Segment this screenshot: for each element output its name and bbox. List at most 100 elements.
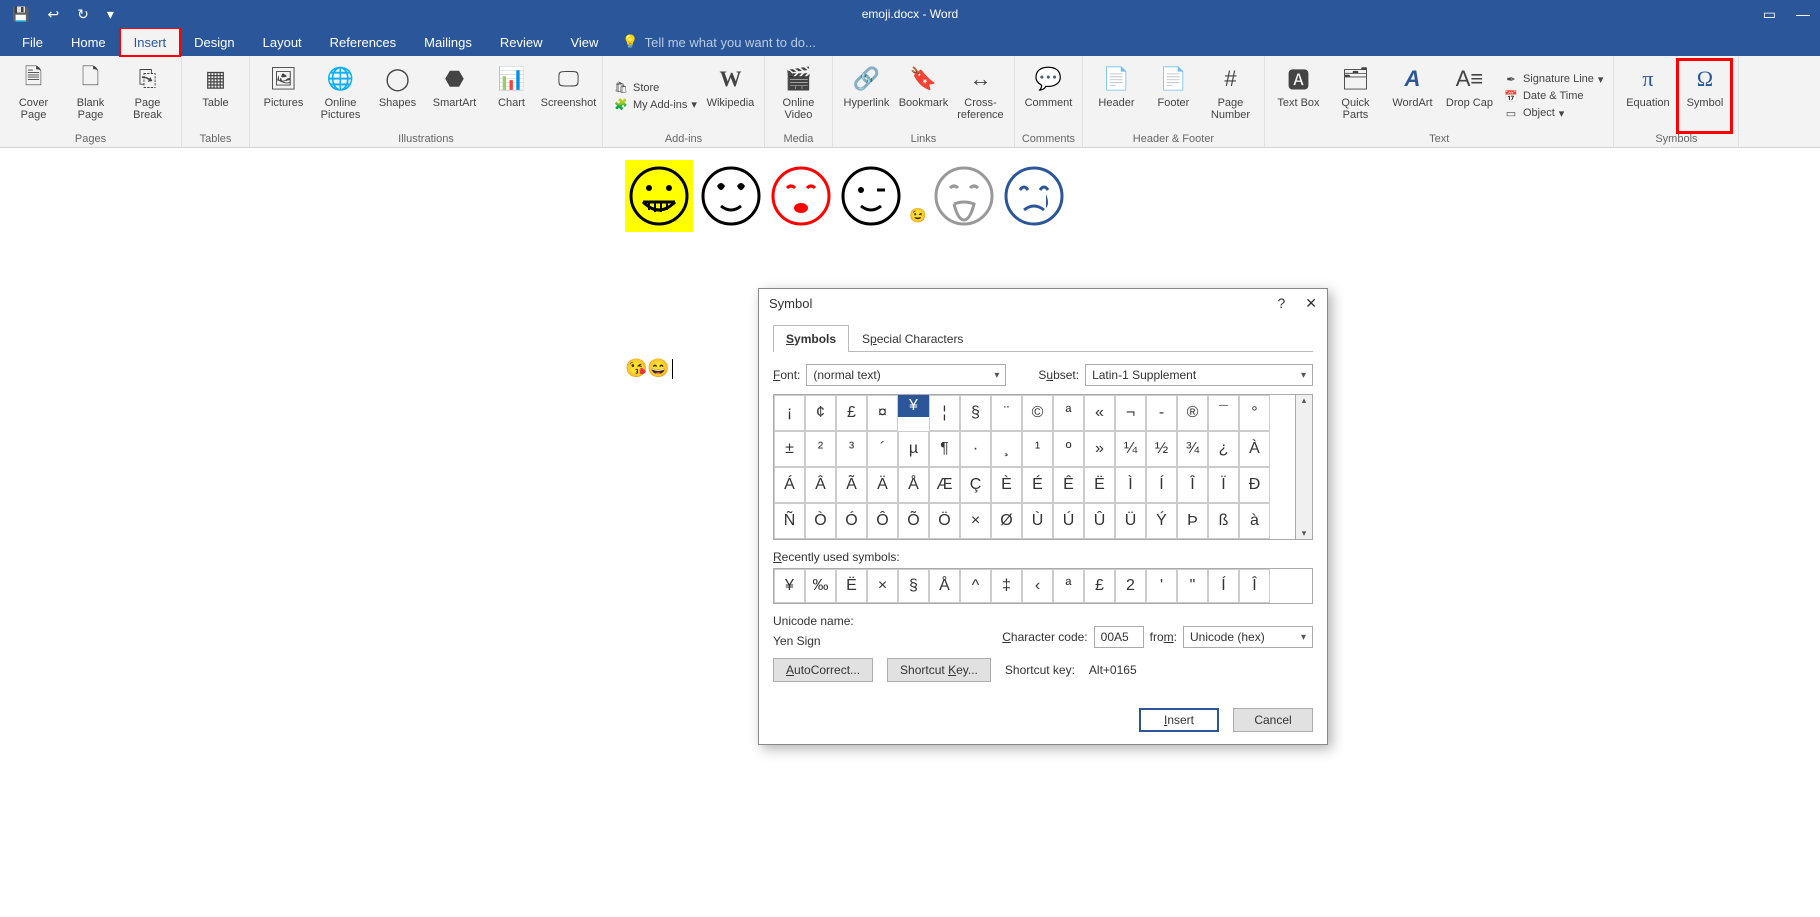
cross-reference-button[interactable]: ↔Cross-reference [953, 59, 1008, 133]
symbol-cell[interactable]: ¡ [774, 395, 805, 431]
symbol-cell[interactable]: ¢ [805, 395, 836, 431]
footer-button[interactable]: 📄Footer [1146, 59, 1201, 133]
symbol-cell[interactable]: ß [1208, 503, 1239, 539]
recent-symbol-cell[interactable]: × [867, 569, 898, 603]
symbol-cell[interactable]: ¯ [1208, 395, 1239, 431]
close-icon[interactable]: ✕ [1305, 295, 1317, 312]
tab-review[interactable]: Review [486, 28, 557, 56]
symbol-cell[interactable]: ² [805, 431, 836, 467]
chart-button[interactable]: 📊Chart [484, 59, 539, 133]
table-button[interactable]: ▦Table [188, 59, 243, 133]
symbol-cell[interactable]: ® [1177, 395, 1208, 431]
tab-insert[interactable]: Insert [120, 28, 181, 56]
tab-view[interactable]: View [556, 28, 612, 56]
recent-symbol-cell[interactable]: " [1177, 569, 1208, 603]
tab-mailings[interactable]: Mailings [410, 28, 486, 56]
page-number-button[interactable]: #Page Number [1203, 59, 1258, 133]
wikipedia-button[interactable]: WWikipedia [703, 59, 758, 133]
symbol-cell[interactable]: Ê [1053, 467, 1084, 503]
pictures-button[interactable]: 🖼Pictures [256, 59, 311, 133]
insert-button[interactable]: Insert [1139, 708, 1219, 732]
recent-symbol-cell[interactable]: ª [1053, 569, 1084, 603]
tab-home[interactable]: Home [57, 28, 120, 56]
symbol-cell[interactable]: Ã [836, 467, 867, 503]
symbol-cell[interactable]: Á [774, 467, 805, 503]
save-icon[interactable]: 💾 [12, 6, 29, 23]
symbol-cell[interactable]: Ö [929, 503, 960, 539]
tab-special-characters[interactable]: Special Characters [849, 325, 976, 352]
symbol-cell[interactable]: Ü [1115, 503, 1146, 539]
equation-button[interactable]: πEquation [1620, 59, 1675, 133]
symbol-cell[interactable]: × [960, 503, 991, 539]
symbol-cell[interactable]: µ [898, 431, 929, 467]
symbol-cell[interactable]: « [1084, 395, 1115, 431]
symbol-cell[interactable]: Í [1146, 467, 1177, 503]
quick-parts-button[interactable]: 🗂Quick Parts [1328, 59, 1383, 133]
recent-symbol-cell[interactable]: § [898, 569, 929, 603]
recent-symbol-cell[interactable]: Ë [836, 569, 867, 603]
symbol-cell[interactable]: À [1239, 431, 1270, 467]
symbol-cell[interactable]: ¾ [1177, 431, 1208, 467]
online-video-button[interactable]: 🎬Online Video [771, 59, 826, 133]
symbol-cell[interactable]: ½ [1146, 431, 1177, 467]
from-select[interactable]: Unicode (hex)▾ [1183, 626, 1313, 648]
recent-symbol-cell[interactable]: ‰ [805, 569, 836, 603]
scroll-down-icon[interactable]: ▾ [1302, 528, 1307, 539]
autocorrect-button[interactable]: AutoCorrect... [773, 658, 873, 682]
wordart-button[interactable]: AWordArt [1385, 59, 1440, 133]
symbol-cell[interactable]: ´ [867, 431, 898, 467]
symbol-cell[interactable]: º [1053, 431, 1084, 467]
symbol-cell[interactable]: Ó [836, 503, 867, 539]
symbol-cell[interactable]: £ [836, 395, 867, 431]
shortcut-key-button[interactable]: Shortcut Key... [887, 658, 991, 682]
symbol-cell[interactable]: Æ [929, 467, 960, 503]
symbol-cell[interactable]: Â [805, 467, 836, 503]
bookmark-button[interactable]: 🔖Bookmark [896, 59, 951, 133]
symbol-cell[interactable]: § [960, 395, 991, 431]
hyperlink-button[interactable]: 🔗Hyperlink [839, 59, 894, 133]
cancel-button[interactable]: Cancel [1233, 708, 1313, 732]
symbol-cell[interactable]: Ç [960, 467, 991, 503]
recent-symbol-cell[interactable]: ^ [960, 569, 991, 603]
symbol-cell[interactable]: à [1239, 503, 1270, 539]
symbol-cell[interactable]: Ú [1053, 503, 1084, 539]
symbol-cell[interactable]: · [960, 431, 991, 467]
smartart-button[interactable]: ⬣SmartArt [427, 59, 482, 133]
recent-symbol-cell[interactable]: ¥ [774, 569, 805, 603]
symbol-cell[interactable]: ¿ [1208, 431, 1239, 467]
screenshot-button[interactable]: 🖵Screenshot [541, 59, 596, 133]
tab-design[interactable]: Design [180, 28, 248, 56]
tab-symbols[interactable]: Symbols [773, 325, 849, 352]
scroll-up-icon[interactable]: ▴ [1302, 395, 1307, 406]
recent-symbol-cell[interactable]: ‹ [1022, 569, 1053, 603]
symbol-cell[interactable]: ¥ [898, 395, 929, 417]
undo-icon[interactable]: ↩ [47, 6, 59, 23]
shapes-button[interactable]: ◯Shapes [370, 59, 425, 133]
symbol-cell[interactable]: Ô [867, 503, 898, 539]
symbol-cell[interactable]: ¤ [867, 395, 898, 431]
symbol-cell[interactable]: Û [1084, 503, 1115, 539]
tab-layout[interactable]: Layout [249, 28, 316, 56]
symbol-cell[interactable]: ° [1239, 395, 1270, 431]
recent-symbol-cell[interactable]: ' [1146, 569, 1177, 603]
qat-more-icon[interactable]: ▾ [107, 6, 114, 23]
symbol-cell[interactable]: Ë [1084, 467, 1115, 503]
object-button[interactable]: ▭Object ▾ [1503, 107, 1603, 120]
drop-cap-button[interactable]: A≡Drop Cap [1442, 59, 1497, 133]
recent-symbol-cell[interactable]: Î [1239, 569, 1270, 603]
recent-symbol-cell[interactable]: 2 [1115, 569, 1146, 603]
symbol-cell[interactable]: ± [774, 431, 805, 467]
symbol-cell[interactable]: Å [898, 467, 929, 503]
symbol-cell[interactable]: Ð [1239, 467, 1270, 503]
symbol-cell[interactable]: Ì [1115, 467, 1146, 503]
symbol-cell[interactable]: Î [1177, 467, 1208, 503]
recent-symbol-cell[interactable]: ‡ [991, 569, 1022, 603]
comment-button[interactable]: 💬Comment [1021, 59, 1076, 133]
tab-references[interactable]: References [316, 28, 410, 56]
symbol-cell[interactable]: » [1084, 431, 1115, 467]
store-button[interactable]: 🛍Store [613, 81, 697, 94]
symbol-cell[interactable]: Õ [898, 503, 929, 539]
recent-symbol-cell[interactable]: £ [1084, 569, 1115, 603]
my-addins-button[interactable]: 🧩My Add-ins ▾ [613, 98, 697, 111]
header-button[interactable]: 📄Header [1089, 59, 1144, 133]
